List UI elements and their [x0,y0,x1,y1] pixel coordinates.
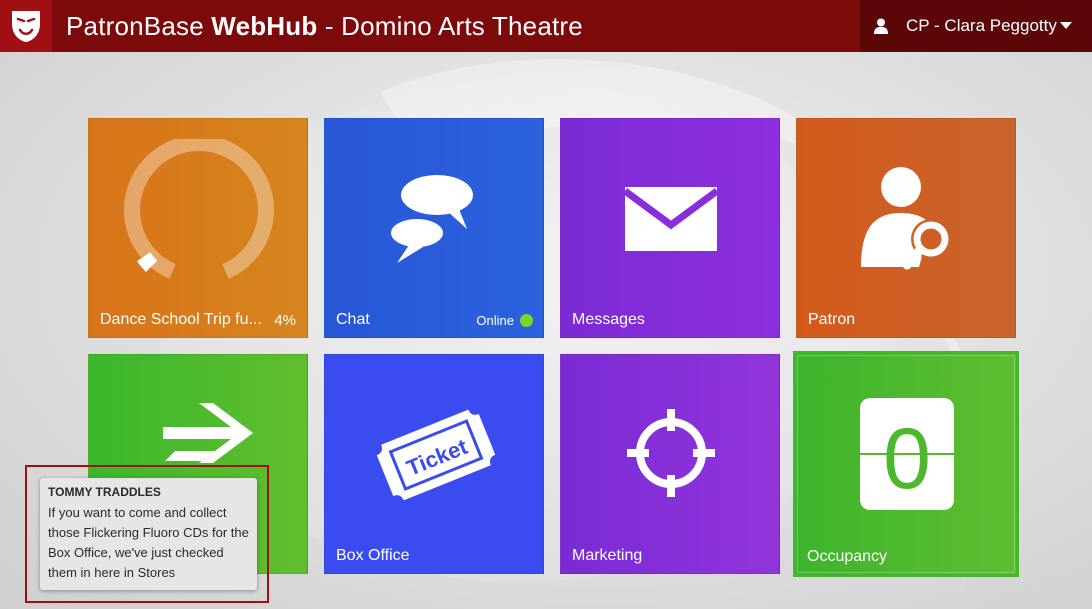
title-prefix: PatronBase [66,10,212,41]
notification-toast[interactable]: TOMMY TRADDLES If you want to come and c… [40,478,257,590]
flip-counter-icon: 0 [860,398,954,510]
tile-messages[interactable]: Messages [560,118,780,338]
tile-label: Chat [336,311,370,328]
crosshair-icon [627,409,715,497]
envelope-icon [625,187,717,251]
theatre-mask-icon[interactable] [0,0,52,52]
tile-label: Occupancy [807,548,888,565]
title-suffix: - Domino Arts Theatre [317,10,583,41]
tile-label: Box Office [336,547,410,564]
ticket-icon: Ticket [376,409,496,501]
tile-label: Dance School Trip fu... [100,311,262,328]
tile-occupancy[interactable]: 0 Occupancy [793,351,1019,577]
tile-label: Patron [808,311,856,328]
online-status: Online [476,313,533,328]
tile-box-office[interactable]: Ticket Box Office [324,354,544,574]
user-name: CP - Clara Peggotty [906,16,1057,35]
tile-label: Messages [572,311,645,328]
tile-patron[interactable]: Patron [796,118,1016,338]
occupancy-value: 0 [883,411,931,507]
title-bold: WebHub [211,10,318,41]
gauge-ring-icon [124,139,274,279]
page-title: PatronBase WebHub - Domino Arts Theatre [66,11,583,42]
notification-sender: TOMMY TRADDLES [48,485,161,499]
app-header: PatronBase WebHub - Domino Arts Theatre … [0,0,1092,52]
online-status-text: Online [476,313,514,328]
notification-message: If you want to come and collect those Fl… [48,505,249,580]
user-menu[interactable]: CP - Clara Peggotty [860,0,1092,52]
speech-bubbles-icon [387,175,473,263]
person-search-icon [861,167,951,270]
tile-chat[interactable]: Chat Online [324,118,544,338]
tile-marketing[interactable]: Marketing [560,354,780,574]
progress-percent: 4% [274,312,296,329]
tile-dance-school-trip[interactable]: Dance School Trip fu... 4% [88,118,308,338]
caret-down-icon[interactable] [1060,22,1072,29]
tile-label: Marketing [572,547,643,564]
user-icon [874,18,888,34]
online-dot [520,314,533,327]
